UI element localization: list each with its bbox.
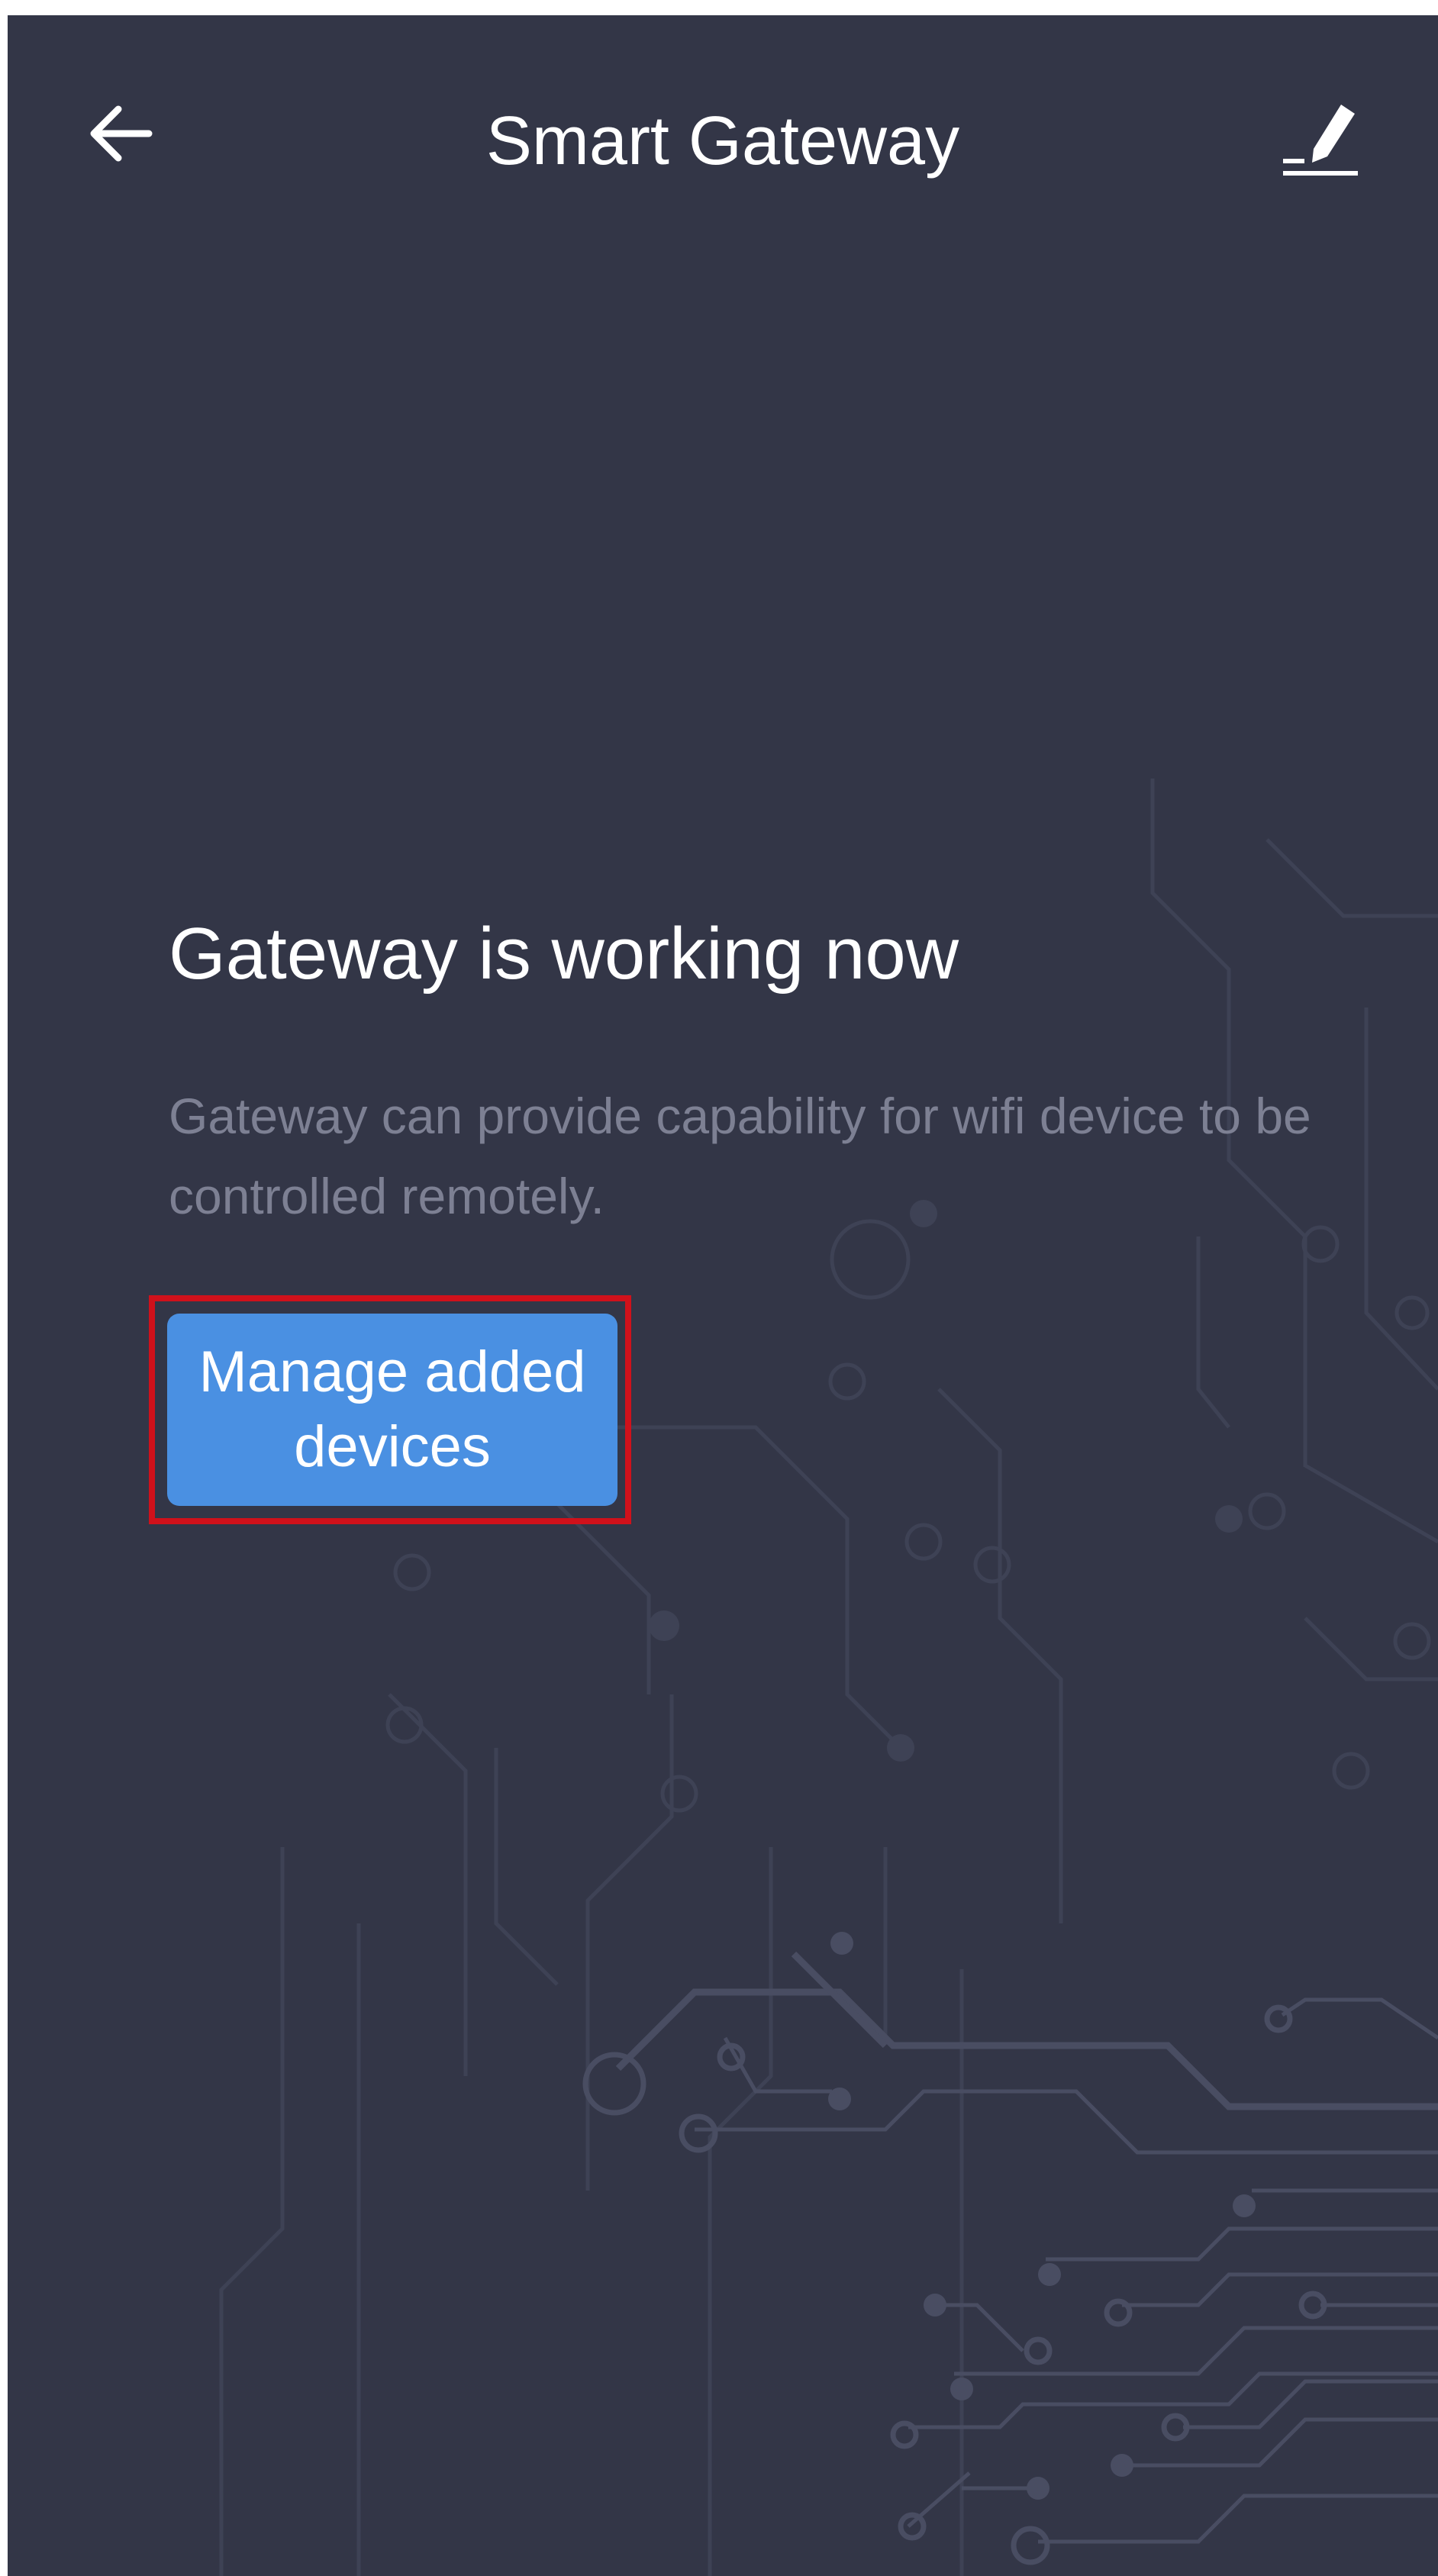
gateway-screen: Smart Gateway Gateway is working now Gat… xyxy=(8,15,1438,2576)
pencil-icon xyxy=(1283,105,1358,176)
status-description: Gateway can provide capability for wifi … xyxy=(169,1088,1311,1224)
edit-button[interactable] xyxy=(1267,84,1374,191)
page-title: Smart Gateway xyxy=(485,103,960,179)
status-headline: Gateway is working now xyxy=(169,913,959,995)
manage-added-devices-button[interactable]: Manage added devices xyxy=(167,1314,617,1506)
top-app-bar: Smart Gateway xyxy=(8,15,1438,244)
